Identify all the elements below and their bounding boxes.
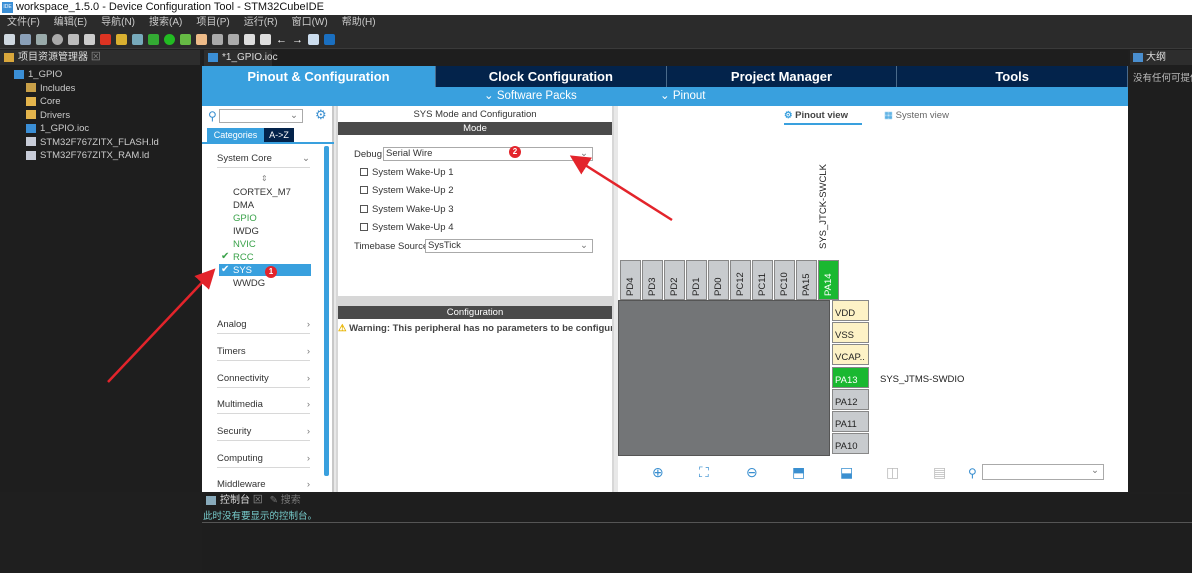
annotation-arrows [107,155,673,383]
annotation-arrow-1 [107,268,216,383]
annotation-arrow-2 [569,155,673,222]
